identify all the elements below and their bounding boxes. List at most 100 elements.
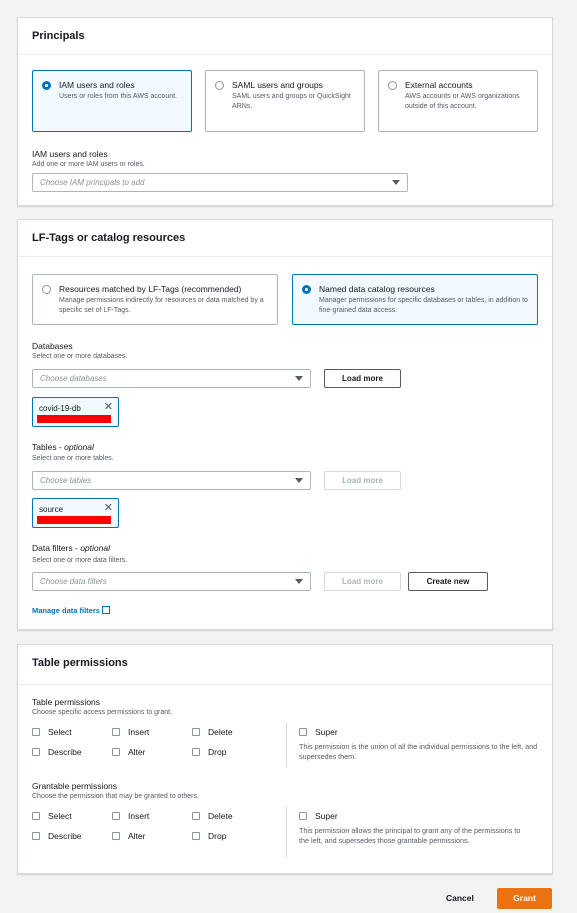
tile-desc: Manage permissions indirectly for resour… — [59, 297, 264, 314]
checkbox-icon[interactable] — [32, 832, 40, 840]
checkbox-icon[interactable] — [32, 812, 40, 820]
create-new-button[interactable]: Create new — [408, 572, 488, 591]
grantable-checkbox-alter[interactable]: Alter — [112, 831, 145, 841]
remove-icon[interactable]: ✕ — [104, 501, 113, 514]
grantable-checkbox-drop[interactable]: Drop — [192, 831, 226, 841]
checkbox-icon[interactable] — [32, 748, 40, 756]
tile-desc: SAML users and groups or QuickSight ARNs… — [232, 93, 351, 110]
checkbox-label: Alter — [128, 747, 146, 757]
manage-data-filters-link[interactable]: Manage data filters — [32, 606, 110, 615]
checkbox-icon[interactable] — [299, 728, 307, 736]
divider — [286, 807, 287, 857]
iam-principals-placeholder: Choose IAM principals to add — [40, 178, 145, 187]
filters-select[interactable]: Choose data filters — [32, 572, 311, 591]
checkbox-super[interactable]: Super — [299, 727, 338, 737]
table-perms-desc: Choose specific access permissions to gr… — [32, 709, 173, 716]
grantable-super-note: This permission allows the principal to … — [299, 826, 521, 845]
remove-icon[interactable]: ✕ — [104, 400, 113, 413]
checkbox-icon[interactable] — [299, 812, 307, 820]
tables-select[interactable]: Choose tables — [32, 471, 311, 490]
tables-optional: optional — [64, 442, 94, 452]
permissions-panel: Table permissions Table permissions Choo… — [17, 644, 553, 874]
tile-desc: AWS accounts or AWS organizations outsid… — [405, 93, 520, 110]
table-perms-label: Table permissions — [32, 697, 101, 707]
principals-title: Principals — [32, 30, 85, 42]
table-token: source ✕ — [32, 498, 119, 528]
tile-desc: Users or roles from this AWS account. — [59, 93, 177, 100]
caret-down-icon — [295, 579, 303, 584]
iam-field-label: IAM users and roles — [32, 149, 108, 159]
resources-title: LF-Tags or catalog resources — [32, 232, 186, 244]
tile-saml-users-groups[interactable]: SAML users and groups SAML users and gro… — [205, 70, 365, 132]
filters-desc: Select one or more data filters. — [32, 557, 128, 564]
checkbox-label: Select — [48, 811, 72, 821]
tile-title: SAML users and groups — [232, 80, 323, 90]
tables-desc: Select one or more tables. — [32, 455, 114, 462]
checkbox-label: Super — [315, 727, 338, 737]
checkbox-label: Super — [315, 811, 338, 821]
checkbox-icon[interactable] — [112, 728, 120, 736]
checkbox-label: Delete — [208, 727, 233, 737]
checkbox-label: Delete — [208, 811, 233, 821]
caret-down-icon — [295, 376, 303, 381]
checkbox-label: Alter — [128, 831, 146, 841]
permissions-header: Table permissions — [18, 645, 552, 685]
super-note: This permission is the union of all the … — [299, 742, 538, 761]
checkbox-icon[interactable] — [32, 728, 40, 736]
grantable-checkbox-select[interactable]: Select — [32, 811, 72, 821]
caret-down-icon — [295, 478, 303, 483]
grantable-checkbox-delete[interactable]: Delete — [192, 811, 233, 821]
databases-select[interactable]: Choose databases — [32, 369, 311, 388]
redaction-bar — [37, 415, 111, 423]
tables-load-more-button[interactable]: Load more — [324, 471, 401, 490]
checkbox-label: Describe — [48, 831, 82, 841]
tile-title: Resources matched by LF-Tags (recommende… — [59, 284, 242, 294]
cancel-button[interactable]: Cancel — [446, 893, 474, 903]
divider — [286, 723, 287, 767]
checkbox-icon[interactable] — [112, 812, 120, 820]
radio-selected-icon — [42, 81, 51, 90]
grantable-checkbox-super[interactable]: Super — [299, 811, 338, 821]
checkbox-select[interactable]: Select — [32, 727, 72, 737]
databases-load-more-button[interactable]: Load more — [324, 369, 401, 388]
checkbox-icon[interactable] — [112, 748, 120, 756]
checkbox-insert[interactable]: Insert — [112, 727, 149, 737]
checkbox-icon[interactable] — [112, 832, 120, 840]
tile-title: External accounts — [405, 80, 473, 90]
databases-label: Databases — [32, 341, 73, 351]
checkbox-icon[interactable] — [192, 728, 200, 736]
checkbox-icon[interactable] — [192, 812, 200, 820]
checkbox-alter[interactable]: Alter — [112, 747, 145, 757]
checkbox-delete[interactable]: Delete — [192, 727, 233, 737]
checkbox-label: Select — [48, 727, 72, 737]
filters-placeholder: Choose data filters — [40, 577, 107, 586]
checkbox-label: Insert — [128, 727, 150, 737]
filters-load-more-button[interactable]: Load more — [324, 572, 401, 591]
resources-header: LF-Tags or catalog resources — [18, 220, 552, 257]
database-token: covid-19-db ✕ — [32, 397, 119, 427]
tile-external-accounts[interactable]: External accounts AWS accounts or AWS or… — [378, 70, 538, 132]
grantable-checkbox-describe[interactable]: Describe — [32, 831, 82, 841]
grantable-checkbox-insert[interactable]: Insert — [112, 811, 149, 821]
checkbox-icon[interactable] — [192, 832, 200, 840]
redaction-bar — [37, 516, 111, 524]
tile-lf-tags[interactable]: Resources matched by LF-Tags (recommende… — [32, 274, 278, 325]
table-token-label: source — [39, 505, 64, 514]
tile-iam-users-roles[interactable]: IAM users and roles Users or roles from … — [32, 70, 192, 132]
iam-principals-select[interactable]: Choose IAM principals to add — [32, 173, 408, 192]
databases-desc: Select one or more databases. — [32, 353, 128, 360]
radio-icon — [42, 285, 51, 294]
caret-down-icon — [392, 180, 400, 185]
principals-header: Principals — [18, 18, 552, 55]
databases-placeholder: Choose databases — [40, 374, 107, 383]
resources-panel: LF-Tags or catalog resources Resources m… — [17, 219, 553, 630]
grant-button[interactable]: Grant — [497, 888, 552, 909]
radio-selected-icon — [302, 285, 311, 294]
checkbox-icon[interactable] — [192, 748, 200, 756]
external-link-icon — [101, 606, 110, 614]
filters-label: Data filters - optional — [32, 543, 110, 553]
permissions-title: Table permissions — [32, 657, 128, 669]
tile-named-catalog-resources[interactable]: Named data catalog resources Manager per… — [292, 274, 538, 325]
checkbox-describe[interactable]: Describe — [32, 747, 82, 757]
checkbox-drop[interactable]: Drop — [192, 747, 226, 757]
